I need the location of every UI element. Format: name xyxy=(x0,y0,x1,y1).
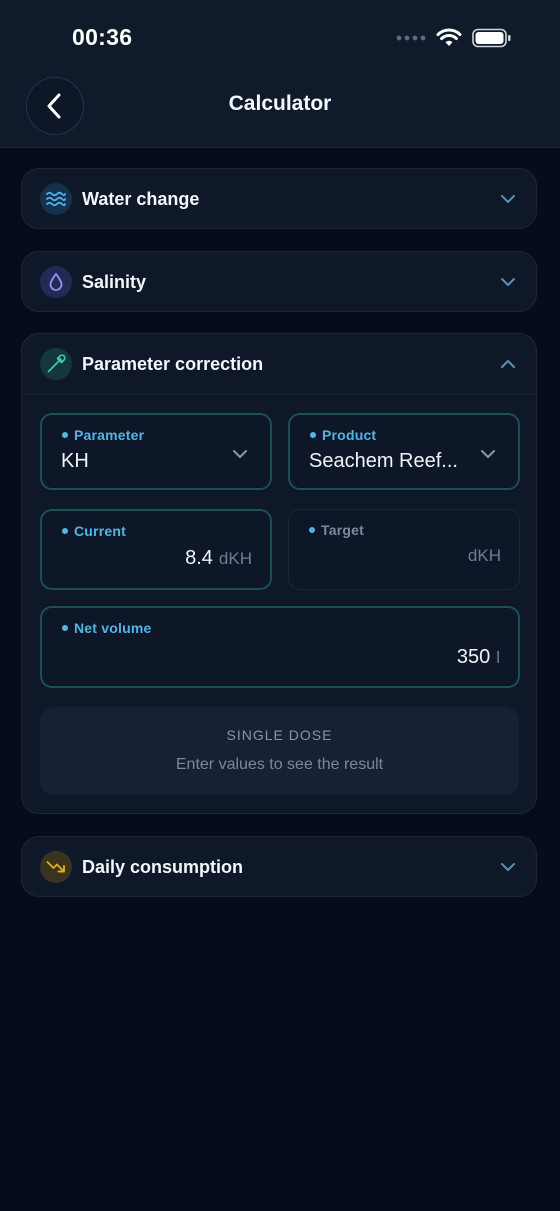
target-unit: dKH xyxy=(467,546,501,565)
parameter-correction-title: Parameter correction xyxy=(82,353,264,374)
product-select[interactable]: Product Seachem Reef... xyxy=(288,413,520,490)
label-dot xyxy=(309,527,315,533)
current-label: Current xyxy=(74,523,126,539)
product-value: Seachem Reef... xyxy=(309,450,458,472)
water-change-section[interactable]: Water change xyxy=(21,168,537,229)
label-dot xyxy=(62,625,68,631)
chevron-down-icon xyxy=(233,450,247,458)
chevron-up-icon xyxy=(501,360,515,368)
label-dot xyxy=(310,432,316,438)
water-change-header[interactable]: Water change xyxy=(22,169,536,229)
result-hint: Enter values to see the result xyxy=(175,756,384,773)
parameter-label: Parameter xyxy=(74,427,145,443)
net-volume-unit: l xyxy=(496,648,500,667)
salinity-section[interactable]: Salinity xyxy=(21,251,537,312)
trend-down-icon xyxy=(40,851,72,883)
section-divider xyxy=(22,394,536,395)
current-unit: dKH xyxy=(218,549,252,568)
target-label: Target xyxy=(321,522,364,538)
single-dose-result: SINGLE DOSE Enter values to see the resu… xyxy=(40,707,519,795)
parameter-correction-header[interactable]: Parameter correction xyxy=(22,334,536,394)
net-volume-input[interactable]: Net volume 350 l xyxy=(40,606,520,688)
status-time: 00:36 xyxy=(72,24,133,50)
chevron-down-icon xyxy=(501,863,515,871)
chevron-down-icon xyxy=(481,450,495,458)
chevron-down-icon xyxy=(501,195,515,203)
product-label: Product xyxy=(322,427,377,443)
current-input[interactable]: Current 8.4 dKH xyxy=(40,509,272,590)
droplet-icon xyxy=(40,266,72,298)
daily-consumption-header[interactable]: Daily consumption xyxy=(22,837,536,897)
pipette-icon xyxy=(40,348,72,380)
salinity-title: Salinity xyxy=(82,271,147,292)
battery-icon xyxy=(472,28,511,48)
parameter-value: KH xyxy=(61,450,89,472)
current-value: 8.4 xyxy=(185,547,213,569)
signal-icon xyxy=(396,35,426,41)
label-dot xyxy=(62,528,68,534)
net-volume-label: Net volume xyxy=(74,620,152,636)
page-title: Calculator xyxy=(228,92,332,115)
waves-icon xyxy=(40,183,72,215)
status-icons xyxy=(396,26,512,50)
parameter-select[interactable]: Parameter KH xyxy=(40,413,272,490)
target-input[interactable]: Target dKH xyxy=(288,509,520,590)
daily-consumption-section[interactable]: Daily consumption xyxy=(21,836,537,897)
daily-consumption-title: Daily consumption xyxy=(82,856,244,877)
water-change-title: Water change xyxy=(82,188,200,209)
top-bar: 00:36 Calculator xyxy=(0,0,560,148)
net-volume-value: 350 xyxy=(456,646,491,668)
chevron-down-icon xyxy=(501,278,515,286)
result-title: SINGLE DOSE xyxy=(226,727,333,743)
salinity-header[interactable]: Salinity xyxy=(22,252,536,312)
label-dot xyxy=(62,432,68,438)
wifi-icon xyxy=(436,28,462,46)
